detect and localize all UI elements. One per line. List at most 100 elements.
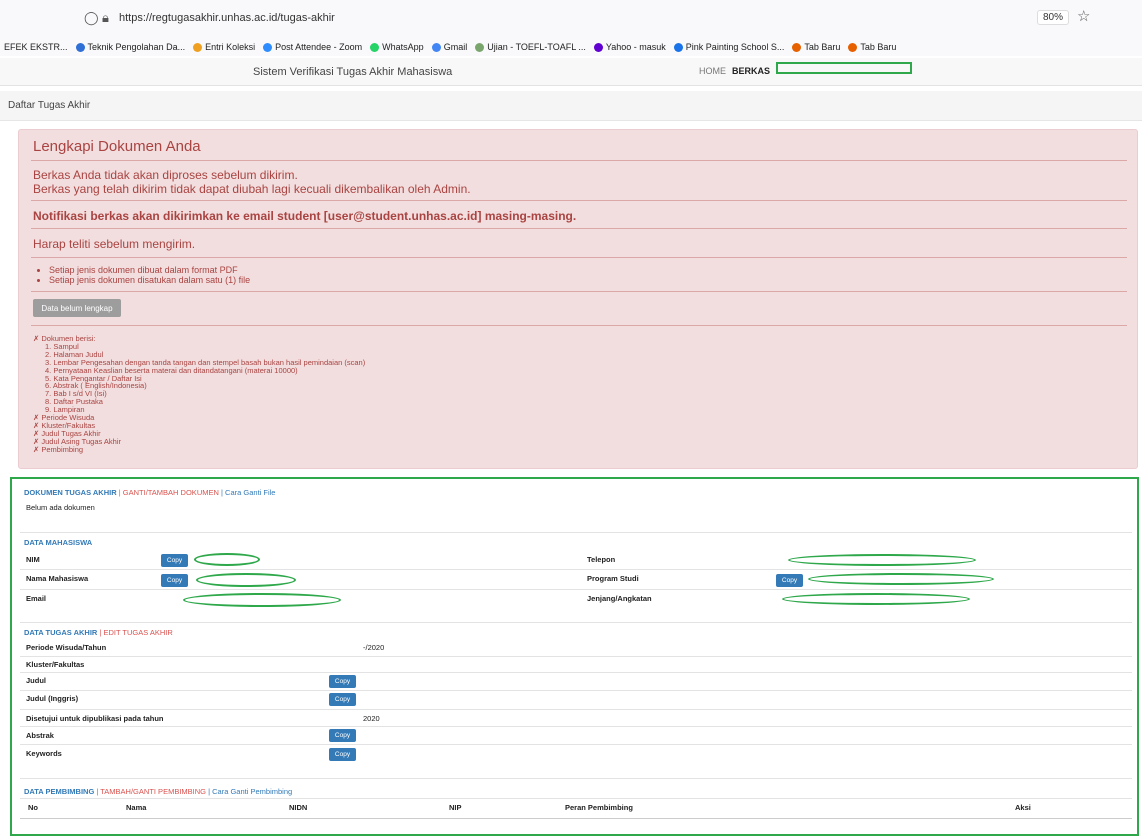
cara-ganti-pembimbing-link[interactable]: Cara Ganti Pembimbing <box>212 787 292 796</box>
periode-label: Periode Wisuda/Tahun <box>26 643 107 652</box>
bookmark-favicon-icon <box>475 42 485 52</box>
bookmark-item[interactable]: Yahoo - masuk <box>593 42 666 52</box>
app-brand[interactable]: Sistem Verifikasi Tugas Akhir Mahasiswa <box>253 66 452 78</box>
shield-icon[interactable]: ◯ <box>84 10 99 26</box>
divider <box>20 726 1132 727</box>
bookmark-label: Yahoo - masuk <box>605 42 666 52</box>
alert-title: Lengkapi Dokumen Anda <box>33 138 201 155</box>
bookmark-item[interactable]: Gmail <box>431 42 467 52</box>
copy-judul-inggris-button[interactable]: Copy <box>329 693 356 706</box>
tugas-title: DATA TUGAS AKHIR <box>24 628 98 637</box>
table-header-nama: Nama <box>126 803 147 812</box>
bookmark-label: Tab Baru <box>860 42 897 52</box>
kluster-label: Kluster/Fakultas <box>26 660 85 669</box>
publikasi-value: 2020 <box>363 714 380 723</box>
alert-line-1: Berkas Anda tidak akan diproses sebelum … <box>33 168 298 182</box>
redaction-oval <box>808 573 994 585</box>
copy-keywords-button[interactable]: Copy <box>329 748 356 761</box>
bookmark-label: Ujian - TOEFL-TOAFL ... <box>487 42 586 52</box>
bookmark-item[interactable]: Pink Painting School S... <box>673 42 785 52</box>
bookmark-favicon-icon <box>673 42 683 52</box>
bookmark-favicon-icon <box>848 42 858 52</box>
status-button[interactable]: Data belum lengkap <box>33 299 121 317</box>
alert-notification: Notifikasi berkas akan dikirimkan ke ema… <box>33 209 577 223</box>
bookmark-favicon-icon <box>75 42 85 52</box>
jenjang-label: Jenjang/Angkatan <box>587 594 652 603</box>
missing-items-checklist: ✗ Dokumen berisi: 1. Sampul 2. Halaman Jud… <box>33 335 365 454</box>
divider <box>20 709 1132 710</box>
copy-abstrak-button[interactable]: Copy <box>329 729 356 742</box>
checklist-item: ✗ Dokumen berisi: <box>33 334 96 343</box>
divider <box>20 818 1132 819</box>
publikasi-label: Disetujui untuk dipublikasi pada tahun <box>26 714 164 723</box>
cara-ganti-file-link[interactable]: Cara Ganti File <box>225 488 275 497</box>
abstrak-label: Abstrak <box>26 731 54 740</box>
divider <box>31 160 1127 161</box>
ganti-dokumen-link[interactable]: GANTI/TAMBAH DOKUMEN <box>123 488 219 497</box>
divider <box>20 569 1132 570</box>
app-navbar: Sistem Verifikasi Tugas Akhir Mahasiswa … <box>0 58 1142 86</box>
bookmark-item[interactable]: EFEK EKSTR... <box>4 42 68 52</box>
divider <box>20 690 1132 691</box>
bookmark-label: Pink Painting School S... <box>685 42 785 52</box>
redaction-oval <box>194 553 260 566</box>
prodi-label: Program Studi <box>587 574 639 583</box>
bookmark-label: Entri Koleksi <box>205 42 256 52</box>
browser-toolbar: ◯ 🔒︎ https://regtugasakhir.unhas.ac.id/t… <box>0 0 1142 38</box>
bookmark-item[interactable]: Tab Baru <box>792 42 840 52</box>
bookmark-label: Post Attendee - Zoom <box>275 42 363 52</box>
bookmark-item[interactable]: Post Attendee - Zoom <box>263 42 362 52</box>
copy-judul-button[interactable]: Copy <box>329 675 356 688</box>
bookmark-favicon-icon <box>431 42 441 52</box>
bookmark-favicon-icon <box>263 42 273 52</box>
table-header-nip: NIP <box>449 803 462 812</box>
redaction-box <box>776 62 912 74</box>
alert-warning: Harap teliti sebelum mengirim. <box>33 237 196 251</box>
copy-prodi-button[interactable]: Copy <box>776 574 803 587</box>
pembimbing-section-title: DATA PEMBIMBING | TAMBAH/GANTI PEMBIMBIN… <box>24 787 293 796</box>
divider <box>31 325 1127 326</box>
divider <box>31 200 1127 201</box>
bookmark-star-icon[interactable]: ☆ <box>1077 7 1090 25</box>
bookmark-item[interactable]: Tab Baru <box>848 42 896 52</box>
table-header-aksi: Aksi <box>1015 803 1031 812</box>
bookmark-favicon-icon <box>593 42 603 52</box>
table-header-peran: Peran Pembimbing <box>565 803 633 812</box>
lock-icon[interactable]: 🔒︎ <box>102 10 109 26</box>
divider <box>31 228 1127 229</box>
bookmark-label: EFEK EKSTR... <box>4 42 68 52</box>
copy-nama-button[interactable]: Copy <box>161 574 188 587</box>
address-bar[interactable]: https://regtugasakhir.unhas.ac.id/tugas-… <box>119 12 335 24</box>
bookmark-item[interactable]: WhatsApp <box>370 42 424 52</box>
screenshot-frame: ◯ 🔒︎ https://regtugasakhir.unhas.ac.id/t… <box>0 0 1142 836</box>
nav-home-link[interactable]: HOME <box>699 66 726 76</box>
divider <box>20 622 1132 623</box>
bookmark-item[interactable]: Teknik Pengolahan Da... <box>75 42 185 52</box>
bookmark-item[interactable]: Ujian - TOEFL-TOAFL ... <box>475 42 586 52</box>
edit-tugas-link[interactable]: EDIT TUGAS AKHIR <box>103 628 172 637</box>
divider <box>20 798 1132 799</box>
divider <box>20 656 1132 657</box>
incomplete-documents-alert: Lengkapi Dokumen Anda Berkas Anda tidak … <box>18 129 1138 469</box>
redaction-oval <box>183 593 341 607</box>
copy-nim-button[interactable]: Copy <box>161 554 188 567</box>
ganti-pembimbing-link[interactable]: TAMBAH/GANTI PEMBIMBING <box>100 787 206 796</box>
zoom-level[interactable]: 80% <box>1037 10 1070 25</box>
divider <box>20 532 1132 533</box>
nav-berkas-link[interactable]: BERKAS <box>732 66 770 76</box>
nim-label: NIM <box>26 555 40 564</box>
bookmark-favicon-icon <box>370 42 380 52</box>
bookmarks-bar: EFEK EKSTR... Teknik Pengolahan Da... Entr… <box>0 38 1142 56</box>
requirements-list: Setiap jenis dokumen dibuat dalam format… <box>49 265 250 285</box>
bookmark-item[interactable]: Entri Koleksi <box>193 42 255 52</box>
table-header-nidn: NIDN <box>289 803 308 812</box>
nama-label: Nama Mahasiswa <box>26 574 89 583</box>
empty-documents-text: Belum ada dokumen <box>26 503 95 512</box>
redaction-oval <box>788 554 976 566</box>
tugas-section-title: DATA TUGAS AKHIR | EDIT TUGAS AKHIR <box>24 628 173 637</box>
nav-menu: HOME BERKAS <box>699 66 770 76</box>
judul-inggris-label: Judul (Inggris) <box>26 694 79 703</box>
breadcrumb: Daftar Tugas Akhir <box>0 91 1142 121</box>
redaction-oval <box>782 593 970 605</box>
mahasiswa-section-title: DATA MAHASISWA <box>24 538 93 547</box>
